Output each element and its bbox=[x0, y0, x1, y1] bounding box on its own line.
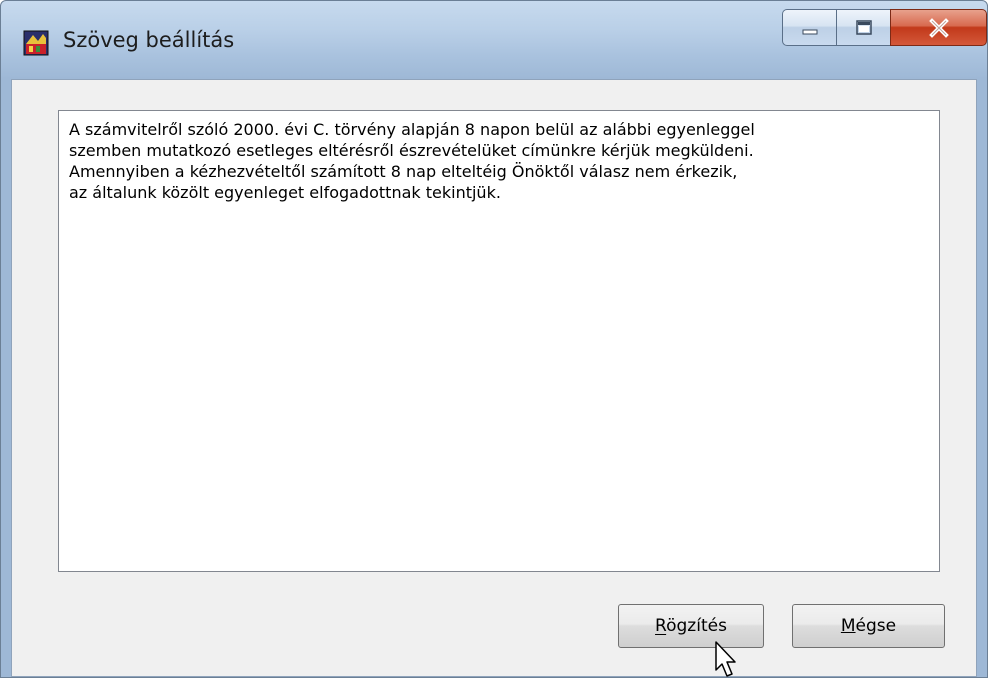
maximize-button[interactable] bbox=[836, 9, 890, 46]
text-editor[interactable]: A számvitelről szóló 2000. évi C. törvén… bbox=[58, 110, 940, 572]
window-title: Szöveg beállítás bbox=[63, 28, 235, 52]
text-line: szemben mutatkozó esetleges eltérésről é… bbox=[69, 141, 754, 160]
save-button[interactable]: Rögzítés bbox=[618, 604, 764, 648]
maximize-icon bbox=[855, 19, 872, 35]
cancel-button[interactable]: Mégse bbox=[792, 604, 945, 648]
dialog-content: A számvitelről szóló 2000. évi C. törvén… bbox=[11, 79, 977, 677]
text-line: Amennyiben a kézhezvételtől számított 8 … bbox=[69, 162, 738, 181]
close-icon bbox=[928, 17, 949, 38]
save-button-label: Rögzítés bbox=[655, 616, 727, 636]
text-line: az általunk közölt egyenleget elfogadott… bbox=[69, 183, 501, 202]
caption-buttons bbox=[782, 9, 987, 46]
cancel-button-label: Mégse bbox=[840, 616, 897, 636]
dialog-window: Szöveg beállítás A számvitelről szóló 20… bbox=[0, 0, 988, 678]
minimize-button[interactable] bbox=[782, 9, 836, 46]
minimize-icon bbox=[802, 29, 817, 34]
text-line: A számvitelről szóló 2000. évi C. törvén… bbox=[69, 120, 755, 139]
app-icon bbox=[23, 30, 49, 56]
close-button[interactable] bbox=[890, 9, 987, 46]
title-bar[interactable]: Szöveg beállítás bbox=[1, 1, 987, 79]
